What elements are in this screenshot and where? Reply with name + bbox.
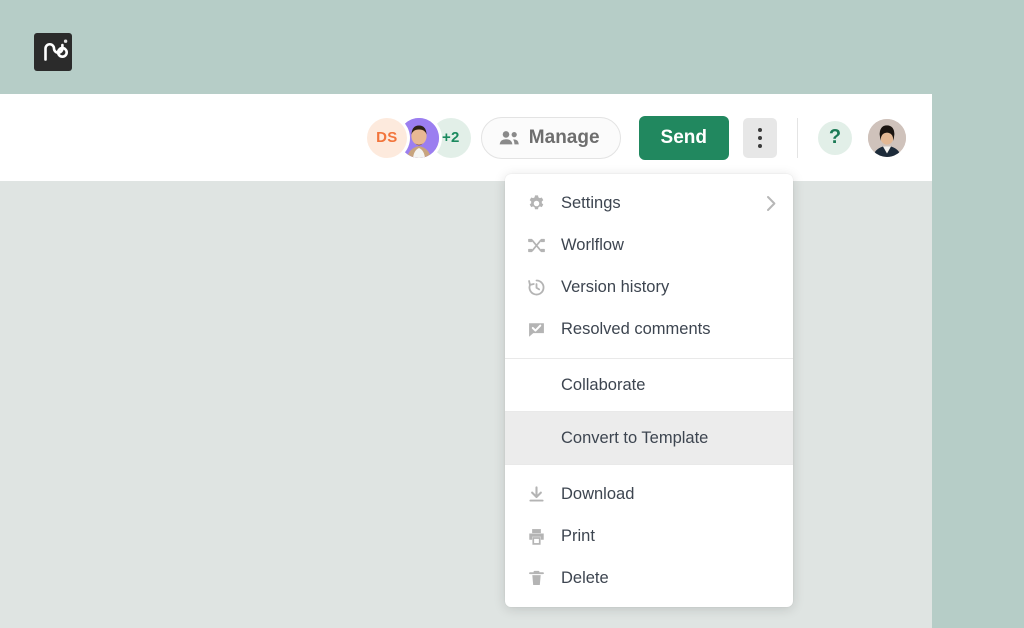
user-avatar[interactable] <box>868 118 906 157</box>
menu-item-label: Download <box>561 484 635 503</box>
app-header: DS +2 Manage Send ? <box>0 94 932 181</box>
chevron-right-icon <box>766 195 777 212</box>
header-actions: DS +2 Manage Send ? <box>366 94 906 181</box>
menu-item-print[interactable]: Print <box>505 515 793 557</box>
kebab-dropdown-menu[interactable]: Settings Worlflow Version history Resolv… <box>505 174 793 607</box>
kebab-dot <box>758 135 762 140</box>
menu-item-label: Delete <box>561 568 609 587</box>
people-icon <box>498 130 520 146</box>
menu-item-label: Version history <box>561 277 670 296</box>
avatar-initials-label: DS <box>376 129 398 146</box>
menu-item-label: Settings <box>561 193 621 212</box>
screen: DS +2 Manage Send ? Settings Worlflow Ve… <box>0 0 1024 628</box>
menu-section-convert: Convert to Template <box>505 411 793 464</box>
send-button[interactable]: Send <box>638 115 729 160</box>
menu-section-primary: Settings Worlflow Version history Resolv… <box>505 174 793 358</box>
menu-item-download[interactable]: Download <box>505 473 793 515</box>
menu-item-workflow[interactable]: Worlflow <box>505 224 793 266</box>
avatar-initials-ds[interactable]: DS <box>366 117 407 158</box>
avatar-overflow-label: +2 <box>442 129 460 146</box>
app-window: DS +2 Manage Send ? Settings Worlflow Ve… <box>0 94 932 628</box>
menu-section-collaborate: Collaborate <box>505 358 793 411</box>
menu-item-convert-to-template[interactable]: Convert to Template <box>505 412 793 464</box>
kebab-menu-button[interactable] <box>743 117 777 158</box>
brand-strip <box>0 0 1024 94</box>
gear-icon <box>525 194 547 213</box>
comment-check-icon <box>525 320 547 339</box>
manage-button[interactable]: Manage <box>480 116 621 159</box>
menu-item-collaborate[interactable]: Collaborate <box>505 359 793 411</box>
trash-icon <box>525 569 547 588</box>
header-divider <box>797 117 798 158</box>
workflow-icon <box>525 236 547 255</box>
menu-item-label: Convert to Template <box>561 428 709 447</box>
menu-item-label: Resolved comments <box>561 319 711 338</box>
menu-item-version-history[interactable]: Version history <box>505 266 793 308</box>
clock-history-icon <box>525 278 547 297</box>
pandadoc-logo <box>34 33 72 71</box>
download-icon <box>525 485 547 504</box>
menu-item-label: Print <box>561 526 595 545</box>
menu-item-settings[interactable]: Settings <box>505 182 793 224</box>
kebab-dot <box>758 127 762 132</box>
printer-icon <box>525 527 547 546</box>
menu-section-file-actions: Download Print Delete <box>505 464 793 607</box>
manage-button-label: Manage <box>528 126 600 148</box>
menu-item-label: Collaborate <box>561 375 646 394</box>
menu-item-resolved-comments[interactable]: Resolved comments <box>505 308 793 350</box>
menu-item-label: Worlflow <box>561 235 624 254</box>
kebab-dot <box>758 143 762 148</box>
menu-item-delete[interactable]: Delete <box>505 557 793 599</box>
collaborator-avatar-stack[interactable]: DS +2 <box>366 117 471 158</box>
help-button[interactable]: ? <box>818 120 852 155</box>
